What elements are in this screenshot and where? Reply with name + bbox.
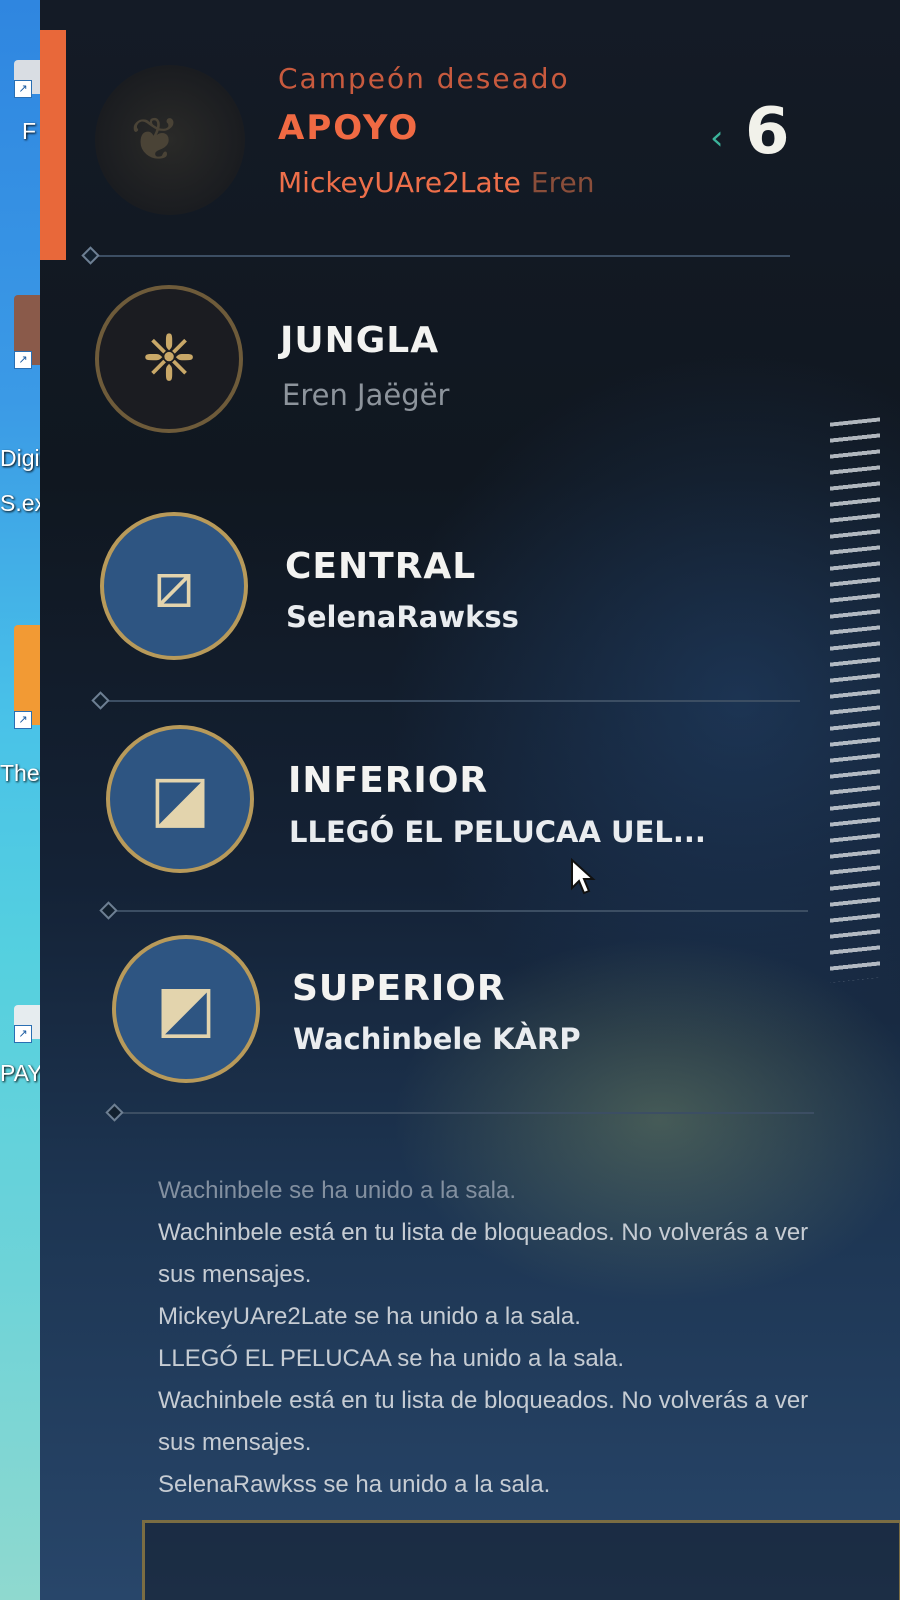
- bottom-slot-portrait: ◪: [106, 725, 254, 873]
- pick-timer: 6: [745, 95, 790, 169]
- support-portrait: ❦: [95, 65, 245, 215]
- bottom-lane-icon: ◪: [149, 762, 211, 836]
- top-slot-portrait: ◩: [112, 935, 260, 1083]
- divider: [81, 246, 790, 265]
- shortcut-arrow-icon: ↗: [14, 351, 32, 369]
- slot-player-name: LLEGÓ EL PELUCAA UEL...: [289, 815, 706, 849]
- slot-player-name: Eren Jaëgër: [282, 378, 450, 412]
- chat-message: Wachinbele está en tu lista de bloqueado…: [158, 1219, 809, 1288]
- header-role-title: APOYO: [278, 108, 420, 148]
- player-name: MickeyUAre2Late: [278, 166, 521, 199]
- mid-lane-icon: ⧄: [153, 549, 195, 623]
- header-player-name: MickeyUAre2Late Eren: [278, 166, 594, 199]
- slot-role-title: SUPERIOR: [292, 968, 506, 1009]
- shortcut-arrow-icon: ↗: [14, 1025, 32, 1043]
- shortcut-arrow-icon: ↗: [14, 711, 32, 729]
- champion-select-panel: ❦ Campeón deseado APOYO MickeyUAre2Late E…: [40, 0, 900, 1600]
- shortcut-arrow-icon: ↗: [14, 80, 32, 98]
- timer-arrow-icon: ‹: [710, 118, 724, 158]
- jungle-slot-portrait: ❈: [95, 285, 243, 433]
- champion-art-scrollbar[interactable]: [830, 417, 880, 983]
- jungle-icon: ❈: [142, 322, 196, 396]
- chat-message: Wachinbele se ha unido a la sala.: [158, 1177, 517, 1204]
- top-lane-icon: ◩: [155, 972, 217, 1046]
- slot-player-name: SelenaRawkss: [286, 600, 519, 634]
- slot-player-name: Wachinbele KÀRP: [293, 1022, 581, 1056]
- slot-role-title: CENTRAL: [285, 546, 477, 587]
- mid-slot-portrait: ⧄: [100, 512, 248, 660]
- support-role-icon: ❦: [130, 105, 181, 175]
- player-name-alt: Eren: [530, 166, 595, 199]
- current-player-accent-bar: [40, 30, 66, 260]
- desktop-label: F: [22, 118, 37, 144]
- divider: [99, 901, 808, 920]
- chat-log: Wachinbele se ha unido a la sala. Wachin…: [158, 1170, 838, 1506]
- chat-message: SelenaRawkss se ha unido a la sala.: [158, 1471, 551, 1498]
- slot-role-title: JUNGLA: [280, 320, 440, 361]
- chat-input[interactable]: [142, 1520, 900, 1600]
- chat-message: LLEGÓ EL PELUCAA se ha unido a la sala.: [158, 1345, 625, 1372]
- mouse-cursor-icon: [570, 857, 596, 900]
- desktop-label: Digi: [0, 445, 40, 471]
- desired-champion-label: Campeón deseado: [278, 62, 570, 95]
- chat-message: MickeyUAre2Late se ha unido a la sala.: [158, 1303, 581, 1330]
- divider: [105, 1103, 814, 1122]
- chat-message: Wachinbele está en tu lista de bloqueado…: [158, 1387, 809, 1456]
- divider: [91, 691, 800, 710]
- desktop-label: The: [0, 760, 40, 786]
- slot-role-title: INFERIOR: [288, 760, 489, 801]
